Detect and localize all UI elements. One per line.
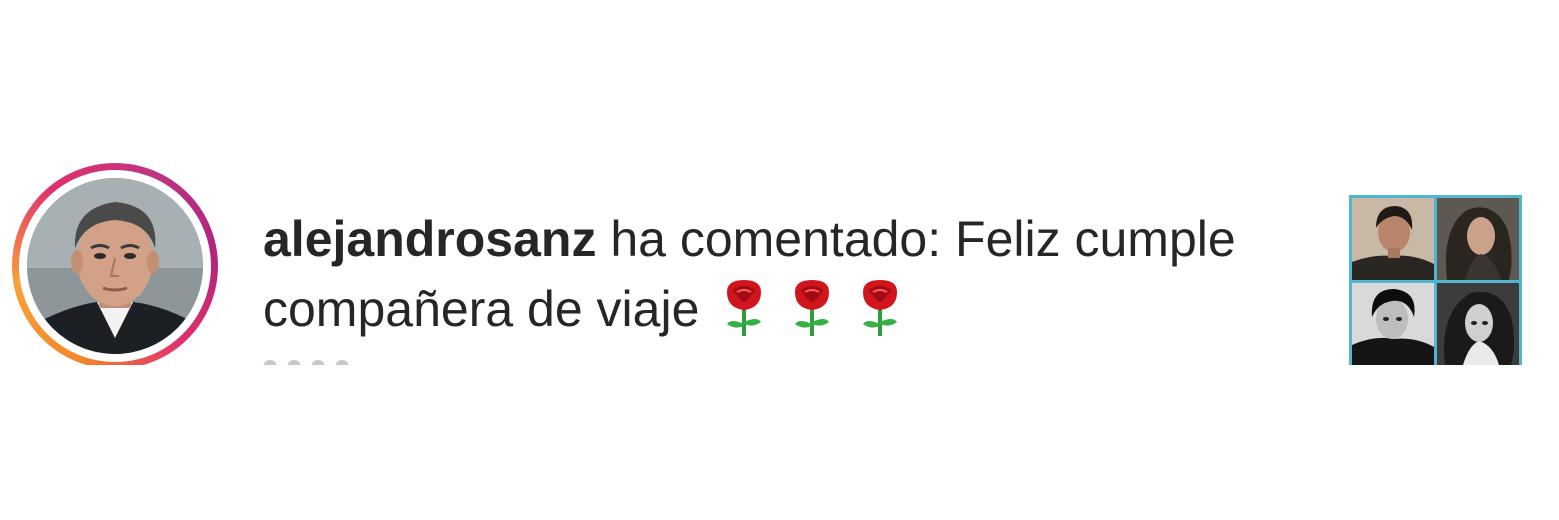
thumbnail-photo-top-right [1437,198,1519,280]
avatar-photo [27,178,203,354]
comment-notification[interactable]: alejandrosanz ha comentado: Feliz cumple… [0,160,1559,365]
username-link[interactable]: alejandrosanz [263,211,596,267]
rose-icon [857,278,903,338]
thumbnail-photo-top-left [1352,198,1434,280]
thumbnail-photo-bottom-right [1437,283,1519,365]
rose-icon [721,278,767,338]
avatar[interactable] [27,178,203,354]
avatar-story-ring[interactable] [12,163,218,365]
avatar-ring-gap [19,170,211,362]
thumbnail-photo-bottom-left [1352,283,1434,365]
post-thumbnail[interactable] [1349,195,1522,365]
timestamp-cutoff [263,356,403,365]
rose-icon [789,278,835,338]
notification-text: alejandrosanz ha comentado: Feliz cumple… [263,204,1243,344]
